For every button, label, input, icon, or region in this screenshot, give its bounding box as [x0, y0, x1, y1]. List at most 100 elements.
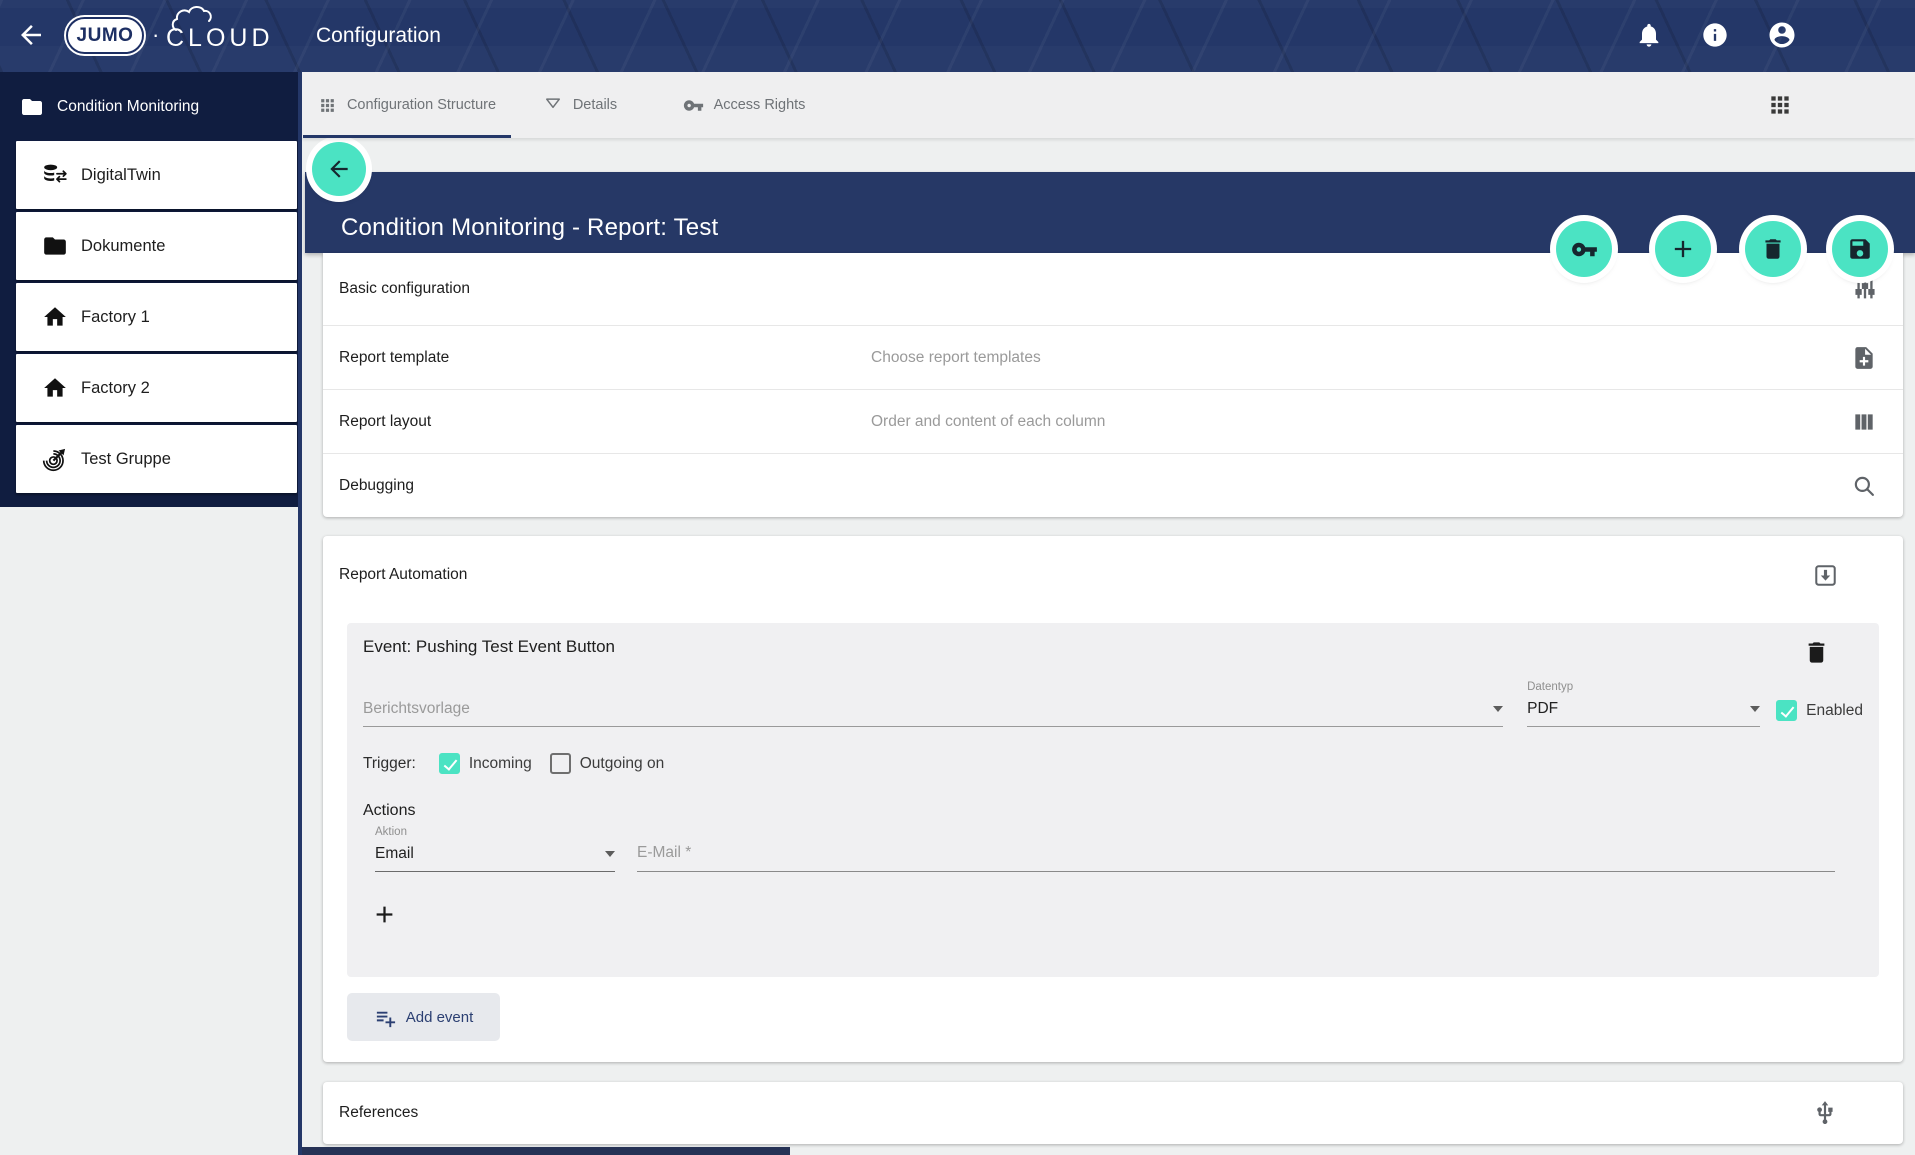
checkbox-label: Outgoing on [580, 755, 664, 773]
sidebar-item-digitaltwin[interactable]: DigitalTwin [16, 141, 297, 209]
sidebar-item-test-gruppe[interactable]: Test Gruppe [16, 425, 297, 493]
trigger-row: Trigger: Incoming Outgoing on [363, 753, 1863, 774]
email-field[interactable] [637, 838, 1835, 872]
delete-event-icon[interactable] [1803, 638, 1831, 666]
sidebar-item-label: Condition Monitoring [57, 98, 199, 116]
event-panel: Event: Pushing Test Event Button Bericht… [347, 623, 1879, 977]
sidebar-item-label: Factory 2 [81, 379, 150, 398]
sidebar: Condition Monitoring DigitalTwin [0, 72, 302, 1155]
import-box-icon[interactable] [1812, 561, 1840, 589]
sidebar-group: Condition Monitoring DigitalTwin [0, 72, 302, 507]
delete-button[interactable] [1745, 221, 1801, 277]
row-report-layout[interactable]: Report layout Order and content of each … [323, 389, 1903, 453]
report-automation-header: Report Automation [323, 536, 1903, 614]
section-title: Basic configuration [339, 280, 871, 298]
grid-view-icon[interactable] [1767, 92, 1793, 118]
row-hint: Choose report templates [871, 349, 1851, 367]
checkbox-label: Incoming [469, 755, 532, 773]
report-template-select[interactable]: Berichtsvorlage [363, 700, 1503, 727]
sidebar-item-label: DigitalTwin [81, 166, 161, 185]
target-icon [42, 446, 68, 472]
save-icon [1847, 236, 1873, 262]
playlist-add-icon [374, 1006, 397, 1029]
home-icon [42, 304, 68, 330]
info-icon[interactable] [1701, 21, 1729, 49]
key-icon [683, 95, 704, 116]
select-placeholder: Berichtsvorlage [363, 700, 1485, 718]
tab-configuration-structure[interactable]: Configuration Structure [302, 72, 512, 138]
cloud-outline-icon [170, 0, 256, 32]
tab-bar: Configuration Structure Details Access R… [302, 72, 1915, 138]
jumo-logo: JUMO [66, 17, 144, 54]
notifications-icon[interactable] [1635, 21, 1663, 49]
jumo-logo-text: JUMO [77, 25, 134, 47]
field-label: Aktion [375, 826, 615, 838]
add-event-label: Add event [406, 1009, 474, 1026]
row-references[interactable]: References [323, 1082, 1903, 1144]
back-button[interactable] [312, 142, 366, 196]
add-button[interactable] [1655, 221, 1711, 277]
sidebar-item-dokumente[interactable]: Dokumente [16, 212, 297, 280]
access-rights-button[interactable] [1556, 221, 1612, 277]
sidebar-item-label: Factory 1 [81, 308, 150, 327]
tab-details[interactable]: Details [512, 72, 648, 138]
add-action-icon[interactable] [371, 898, 403, 930]
select-value: Email [375, 845, 597, 863]
tab-label: Details [573, 97, 617, 113]
tab-access-rights[interactable]: Access Rights [648, 72, 840, 138]
plus-icon [1669, 235, 1697, 263]
action-type-select[interactable]: Aktion Email [375, 826, 615, 872]
page-title: Configuration [316, 24, 441, 48]
select-value: PDF [1527, 700, 1742, 718]
view-column-icon[interactable] [1851, 408, 1879, 436]
references-card: References [323, 1082, 1903, 1144]
folder-icon [42, 233, 68, 259]
outgoing-checkbox[interactable] [550, 753, 571, 774]
basic-configuration-card: Basic configuration Report template Choo… [323, 253, 1903, 517]
page-scroll-area: Condition Monitoring - Report: Test Basi… [302, 138, 1915, 1155]
back-icon[interactable] [16, 20, 46, 50]
row-report-template[interactable]: Report template Choose report templates [323, 325, 1903, 389]
sidebar-item-condition-monitoring[interactable]: Condition Monitoring [0, 72, 302, 141]
event-title: Event: Pushing Test Event Button [363, 637, 1863, 657]
sidebar-item-factory-1[interactable]: Factory 1 [16, 283, 297, 351]
digital-twin-icon [42, 162, 68, 188]
account-icon[interactable] [1767, 20, 1797, 50]
grid-icon [318, 96, 337, 115]
trash-icon [1760, 236, 1786, 262]
folder-icon [20, 95, 44, 119]
filter-icon [543, 95, 563, 115]
arrow-left-icon [326, 156, 352, 182]
row-debugging[interactable]: Debugging [323, 453, 1903, 517]
home-icon [42, 375, 68, 401]
logo-dot: · [152, 22, 159, 48]
enabled-checkbox-group: Enabled [1776, 700, 1863, 721]
datatype-select[interactable]: Datentyp PDF [1527, 681, 1760, 727]
checkbox-label: Enabled [1806, 702, 1863, 720]
row-label: Report layout [339, 413, 871, 431]
section-title: Report Automation [339, 566, 1812, 584]
note-add-icon[interactable] [1851, 344, 1879, 372]
incoming-checkbox[interactable] [439, 753, 460, 774]
row-hint: Order and content of each column [871, 413, 1851, 431]
usb-icon[interactable] [1812, 1099, 1840, 1127]
enabled-checkbox[interactable] [1776, 700, 1797, 721]
section-title: References [339, 1104, 871, 1122]
sidebar-item-factory-2[interactable]: Factory 2 [16, 354, 297, 422]
event-fields-row: Berichtsvorlage Datentyp PDF [363, 681, 1863, 727]
horizontal-scrollbar-thumb[interactable] [302, 1147, 790, 1155]
report-automation-card: Report Automation Event: Pushing Test Ev… [323, 536, 1903, 1062]
search-icon[interactable] [1851, 472, 1879, 500]
action-fields-row: Aktion Email [363, 826, 1863, 872]
add-event-button[interactable]: Add event [347, 993, 500, 1041]
sidebar-item-label: Dokumente [81, 237, 165, 256]
app-window: JUMO · CLOUD Configuration Condition Mon… [0, 0, 1915, 1155]
tune-icon[interactable] [1851, 275, 1879, 303]
app-bar: JUMO · CLOUD Configuration [0, 0, 1915, 72]
save-button[interactable] [1832, 221, 1888, 277]
tab-label: Configuration Structure [347, 97, 496, 113]
main-content: Configuration Structure Details Access R… [302, 72, 1915, 1155]
chevron-down-icon [605, 851, 615, 857]
row-label: Report template [339, 349, 871, 367]
trigger-label: Trigger: [363, 755, 416, 773]
